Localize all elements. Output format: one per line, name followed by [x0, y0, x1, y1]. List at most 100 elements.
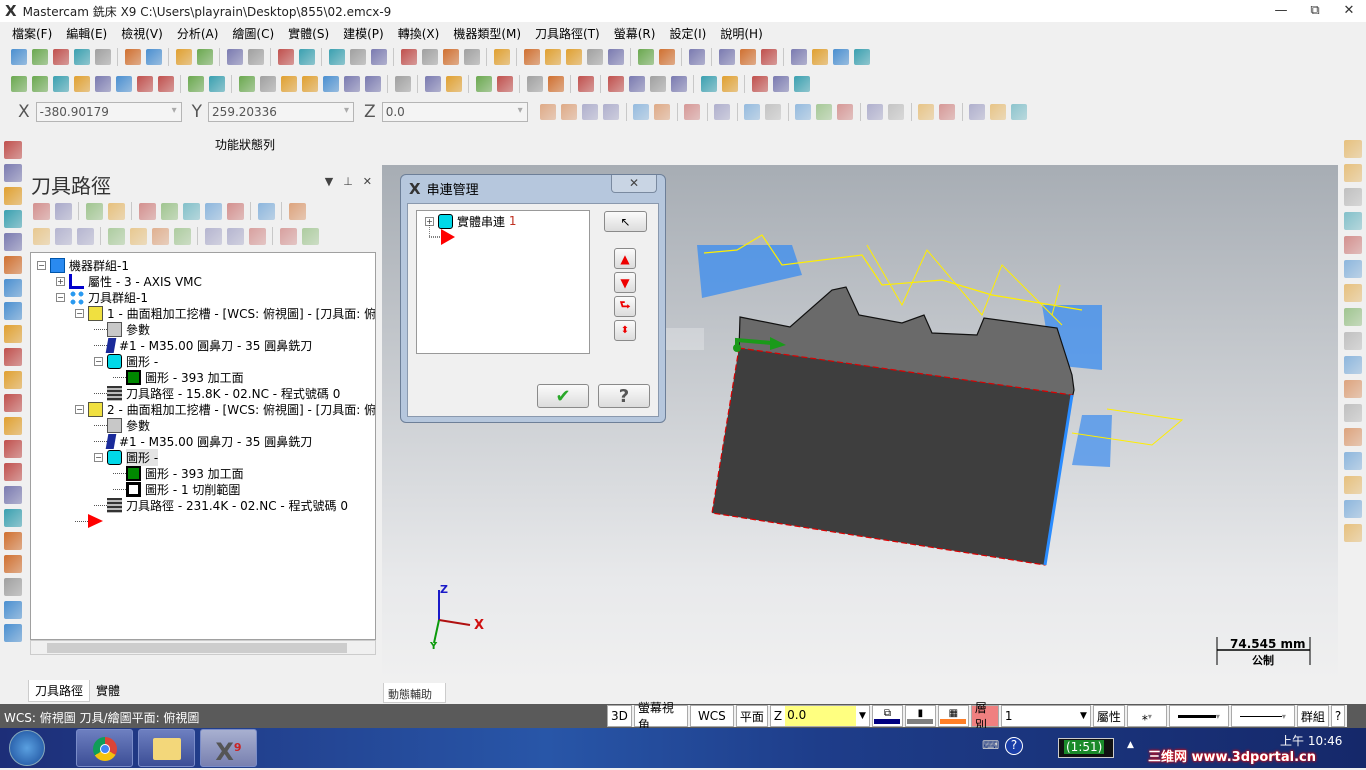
taskbar-mastercam[interactable]: X9	[200, 729, 257, 767]
flash2-icon[interactable]	[1344, 284, 1362, 302]
view-right-icon[interactable]	[442, 49, 459, 65]
pan-icon[interactable]	[370, 49, 387, 65]
z-depth-value[interactable]: 0.0	[785, 706, 856, 726]
trim-icon[interactable]	[187, 76, 204, 92]
zoom-r-icon[interactable]	[1344, 260, 1362, 278]
attributes-button[interactable]: 屬性	[1092, 705, 1125, 727]
level-select[interactable]: 1 ▼	[1000, 705, 1091, 727]
grid-icon[interactable]	[760, 49, 777, 65]
toolpath-editor-icon[interactable]	[257, 202, 275, 220]
level-button[interactable]: 層別	[970, 701, 999, 732]
chain-icon[interactable]	[445, 76, 462, 92]
help-icon[interactable]	[603, 104, 620, 120]
wireframe-icon[interactable]	[586, 49, 603, 65]
pin-icon[interactable]: ⊥	[343, 175, 353, 188]
cross-icon[interactable]	[582, 104, 599, 120]
refresh-select-icon[interactable]	[684, 104, 701, 120]
expand-toggle[interactable]: −	[75, 308, 84, 318]
scale-icon[interactable]	[301, 76, 318, 92]
highlight-icon[interactable]	[688, 49, 705, 65]
g1-icon[interactable]	[204, 202, 222, 220]
surface-icon[interactable]	[157, 76, 174, 92]
pointer-icon[interactable]	[744, 104, 761, 120]
print-preview-icon[interactable]	[94, 49, 111, 65]
expand-toggle[interactable]: −	[94, 356, 103, 366]
body2-icon[interactable]	[888, 104, 905, 120]
flash3-icon[interactable]	[1344, 308, 1362, 326]
expand-toggle[interactable]: +	[56, 276, 65, 286]
tree-node[interactable]: #1 - M35.00 圓鼻刀 - 35 圓鼻銑刀	[94, 433, 312, 449]
select-all-ops-icon[interactable]	[32, 202, 50, 220]
select-chain-button[interactable]: ↖	[604, 211, 647, 232]
rotate-view-icon[interactable]	[1344, 164, 1362, 182]
print-icon[interactable]	[73, 49, 90, 65]
offset-icon[interactable]	[343, 76, 360, 92]
box-icon[interactable]	[4, 233, 22, 251]
plane-icon[interactable]	[4, 279, 22, 297]
dynamic-rotate-icon[interactable]	[349, 49, 366, 65]
toggle-display-icon[interactable]	[54, 227, 72, 245]
view-front-icon[interactable]	[421, 49, 438, 65]
expand-toggle[interactable]: −	[37, 260, 46, 270]
cube-view-icon[interactable]	[493, 49, 510, 65]
move-down-button[interactable]: ▼	[614, 272, 636, 293]
dim-h-icon[interactable]	[526, 76, 543, 92]
reload-icon[interactable]	[4, 164, 22, 182]
menu-item[interactable]: 轉換(X)	[398, 25, 440, 42]
face3-icon[interactable]	[837, 104, 854, 120]
stack-icon[interactable]	[628, 76, 645, 92]
sphere-icon[interactable]	[544, 49, 561, 65]
grid-dots-icon[interactable]	[424, 76, 441, 92]
delete-icon[interactable]	[208, 76, 225, 92]
globe-icon[interactable]	[523, 49, 540, 65]
ghost-icon[interactable]	[76, 227, 94, 245]
tree-node[interactable]: + 屬性 - 3 - AXIS VMC	[56, 273, 202, 289]
menu-item[interactable]: 建模(P)	[343, 25, 384, 42]
undo-icon[interactable]	[124, 49, 141, 65]
view-top-icon[interactable]	[400, 49, 417, 65]
blade-icon[interactable]	[4, 348, 22, 366]
expand-toggle[interactable]: −	[75, 404, 84, 414]
verify2-icon[interactable]	[939, 104, 956, 120]
face-icon[interactable]	[795, 104, 812, 120]
menu-item[interactable]: 編輯(E)	[66, 25, 107, 42]
help2-icon[interactable]	[1011, 104, 1028, 120]
view-icon[interactable]	[1344, 140, 1362, 158]
y-coordinate-input[interactable]: 259.20336	[208, 102, 355, 122]
x-coordinate-input[interactable]: -380.90179	[35, 102, 182, 122]
menu-item[interactable]: 機器類型(M)	[453, 25, 521, 42]
tree-node[interactable]: − 1 - 曲面粗加工挖槽 - [WCS: 俯視圖] - [刀具面: 俯視圖]	[75, 305, 375, 321]
tree-node[interactable]: 參數	[94, 321, 150, 337]
select-icon[interactable]	[633, 104, 650, 120]
bulb-icon[interactable]	[475, 76, 492, 92]
solid-color-button[interactable]: ▮	[904, 705, 936, 727]
status-help-button[interactable]: ?	[1330, 705, 1346, 727]
close-button[interactable]: ✕	[1332, 0, 1366, 22]
lock-icon[interactable]	[32, 227, 50, 245]
tree-node[interactable]: 圖形 - 393 加工面	[113, 369, 244, 385]
taskbar-explorer[interactable]	[138, 729, 195, 767]
display-options-icon[interactable]	[301, 227, 319, 245]
gear-box-icon[interactable]	[4, 555, 22, 573]
blue-box2-icon[interactable]	[4, 532, 22, 550]
face2-icon[interactable]	[816, 104, 833, 120]
battery-indicator[interactable]: (1:51)	[1058, 738, 1114, 758]
view-iso-icon[interactable]	[463, 49, 480, 65]
help-icon[interactable]	[288, 202, 306, 220]
select-chain-icon[interactable]	[654, 104, 671, 120]
point-icon[interactable]	[10, 76, 27, 92]
mirror-box-icon[interactable]	[4, 371, 22, 389]
flash-plus-icon[interactable]	[1344, 236, 1362, 254]
minimize-button[interactable]: —	[1264, 0, 1298, 22]
select-window-icon[interactable]	[714, 104, 731, 120]
arrow-tool-icon[interactable]	[4, 187, 22, 205]
blue-box-icon[interactable]	[4, 509, 22, 527]
level-icon[interactable]	[772, 76, 789, 92]
surface-color-button[interactable]: ▦	[937, 705, 969, 727]
window-select-icon[interactable]	[226, 227, 244, 245]
rectangle-icon[interactable]	[73, 76, 90, 92]
pattern-icon[interactable]	[577, 76, 594, 92]
group-button[interactable]: 群組	[1296, 705, 1329, 727]
dimension-icon[interactable]	[739, 49, 756, 65]
menu-item[interactable]: 螢幕(R)	[614, 25, 656, 42]
